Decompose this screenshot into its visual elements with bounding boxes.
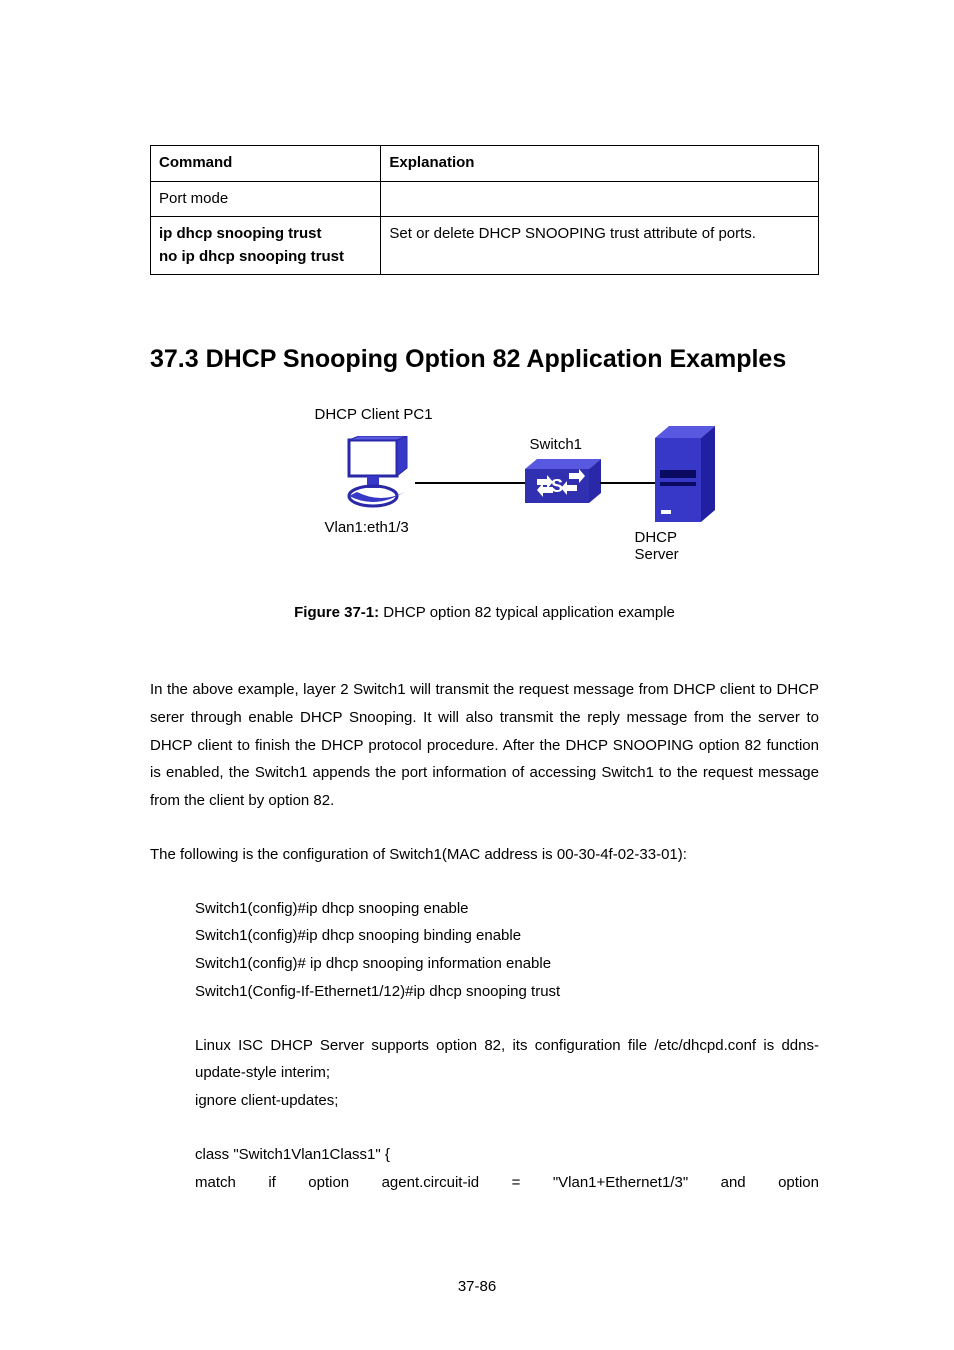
server-icon: [655, 426, 715, 530]
cmd-no-trust: no ip dhcp snooping trust: [159, 246, 372, 269]
config-line: Switch1(config)#ip dhcp snooping enable: [195, 895, 819, 923]
figure-caption: Figure 37-1: DHCP option 82 typical appl…: [150, 604, 819, 621]
table-cell-commands: ip dhcp snooping trust no ip dhcp snoopi…: [151, 217, 381, 275]
class-block: class "Switch1Vlan1Class1" { match if op…: [195, 1141, 819, 1197]
paragraph-1: In the above example, layer 2 Switch1 wi…: [150, 676, 819, 815]
config-line: Switch1(config)# ip dhcp snooping inform…: [195, 950, 819, 978]
class-line: class "Switch1Vlan1Class1" {: [195, 1141, 819, 1169]
match-token: agent.circuit-id: [382, 1169, 480, 1197]
paragraph-2: The following is the configuration of Sw…: [150, 841, 819, 869]
table-cell-portmode-exp: [381, 181, 819, 217]
figure-label: Figure 37-1:: [294, 604, 379, 621]
diagram-wire: [600, 482, 655, 484]
linux-line: Linux ISC DHCP Server supports option 82…: [195, 1032, 819, 1088]
figure-text: DHCP option 82 typical application examp…: [379, 604, 675, 621]
config-line: Switch1(Config-If-Ethernet1/12)#ip dhcp …: [195, 978, 819, 1006]
section-heading: 37.3 DHCP Snooping Option 82 Application…: [150, 345, 819, 374]
linux-line: ignore client-updates;: [195, 1087, 819, 1115]
match-token: match: [195, 1169, 236, 1197]
pc-icon: [345, 436, 415, 520]
cmd-trust: ip dhcp snooping trust: [159, 223, 372, 246]
diagram-server-label: DHCP Server: [635, 529, 715, 563]
match-line: match if option agent.circuit-id = "Vlan…: [195, 1169, 819, 1197]
diagram-pc-label: DHCP Client PC1: [315, 406, 433, 423]
diagram-vlan-label: Vlan1:eth1/3: [325, 519, 409, 536]
config-block: Switch1(config)#ip dhcp snooping enable …: [195, 895, 819, 1006]
switch-icon: S: [525, 459, 601, 509]
match-token: option: [308, 1169, 349, 1197]
match-token: =: [512, 1169, 521, 1197]
config-line: Switch1(config)#ip dhcp snooping binding…: [195, 922, 819, 950]
diagram-wire: [415, 482, 525, 484]
linux-block: Linux ISC DHCP Server supports option 82…: [195, 1032, 819, 1115]
match-token: option: [778, 1169, 819, 1197]
match-token: and: [721, 1169, 746, 1197]
match-token: if: [268, 1169, 276, 1197]
match-token: "Vlan1+Ethernet1/3": [553, 1169, 688, 1197]
network-diagram: DHCP Client PC1 Switch1 Vlan1:eth1/3 DHC…: [255, 414, 715, 574]
command-table: Command Explanation Port mode ip dhcp sn…: [150, 145, 819, 275]
table-cell-portmode: Port mode: [151, 181, 381, 217]
table-cell-explanation: Set or delete DHCP SNOOPING trust attrib…: [381, 217, 819, 275]
diagram-switch-label: Switch1: [530, 436, 583, 453]
table-header-command: Command: [151, 146, 381, 182]
page-number: 37-86: [0, 1278, 954, 1295]
table-header-explanation: Explanation: [381, 146, 819, 182]
